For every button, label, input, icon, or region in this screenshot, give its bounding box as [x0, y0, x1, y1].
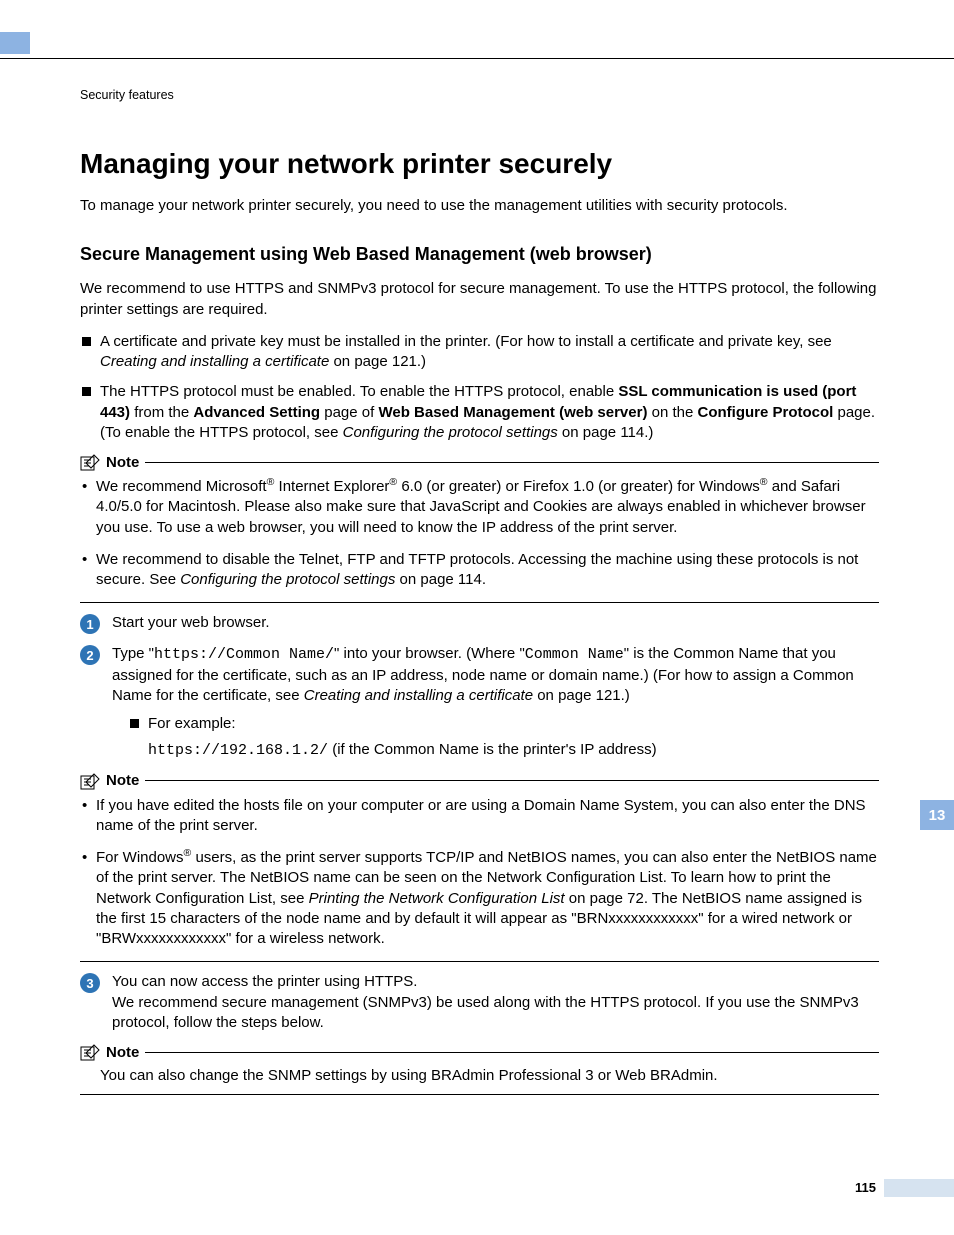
note-rule [145, 1052, 879, 1053]
note-icon [80, 772, 100, 790]
note-label: Note [106, 454, 139, 471]
text: on the [647, 404, 697, 421]
text-bold: Configure Protocol [698, 404, 834, 421]
page-number-bar [884, 1179, 954, 1197]
note-icon [80, 1043, 100, 1061]
text: " into your browser. (Where " [334, 645, 525, 662]
text: on page 114.) [558, 424, 654, 441]
note-rule [145, 462, 879, 463]
step-number-icon: 1 [80, 614, 100, 634]
code-text: https://192.168.1.2/ [148, 742, 328, 759]
registered-mark: ® [389, 476, 397, 488]
code-text: Common Name [525, 646, 624, 663]
registered-mark: ® [760, 476, 768, 488]
step-number-icon: 2 [80, 645, 100, 665]
text: We recommend Microsoft [96, 478, 267, 495]
text-bold: Web Based Management (web server) [378, 404, 647, 421]
intro-paragraph: To manage your network printer securely,… [80, 196, 879, 216]
header-accent-bar [0, 32, 30, 54]
note-icon [80, 453, 100, 471]
text: Internet Explorer [274, 478, 389, 495]
text: Type " [112, 645, 154, 662]
note-text: You can also change the SNMP settings by… [100, 1067, 879, 1084]
text: You can now access the printer using HTT… [112, 972, 879, 992]
text: 6.0 (or greater) or Firefox 1.0 (or grea… [397, 478, 760, 495]
link-text: Configuring the protocol settings [343, 424, 558, 441]
text: page of [320, 404, 378, 421]
text-bold: Advanced Setting [193, 404, 320, 421]
page-number: 115 [855, 1180, 876, 1195]
link-text: Creating and installing a certificate [304, 687, 533, 704]
note-end-rule [80, 1094, 879, 1095]
link-text: Creating and installing a certificate [100, 353, 329, 370]
step-1: 1 Start your web browser. [80, 613, 879, 634]
text: on page 121.) [533, 687, 630, 704]
link-text: Configuring the protocol settings [180, 571, 395, 588]
text: The HTTPS protocol must be enabled. To e… [100, 383, 618, 400]
note-rule [145, 780, 879, 781]
chapter-tab: 13 [920, 800, 954, 830]
note-item: We recommend Microsoft ® Internet Explore… [80, 477, 879, 538]
example-label: For example: [130, 714, 879, 734]
requirement-item: A certificate and private key must be in… [80, 332, 879, 373]
text: from the [130, 404, 193, 421]
step-3: 3 You can now access the printer using H… [80, 972, 879, 1033]
note-label: Note [106, 1044, 139, 1061]
note-block: Note If you have edited the hosts file o… [80, 772, 879, 963]
text: For Windows [96, 849, 184, 866]
link-text: Printing the Network Configuration List [309, 890, 565, 907]
step-body: Start your web browser. [112, 613, 879, 634]
note-label: Note [106, 772, 139, 789]
text: A certificate and private key must be in… [100, 333, 832, 350]
section-heading: Secure Management using Web Based Manage… [80, 244, 879, 265]
note-block: Note You can also change the SNMP settin… [80, 1043, 879, 1095]
note-item: If you have edited the hosts file on you… [80, 796, 879, 837]
step-number-icon: 3 [80, 973, 100, 993]
section-intro: We recommend to use HTTPS and SNMPv3 pro… [80, 279, 879, 320]
page-title: Managing your network printer securely [80, 148, 879, 180]
note-item: For Windows® users, as the print server … [80, 848, 879, 949]
text: We recommend secure management (SNMPv3) … [112, 993, 879, 1034]
text: (if the Common Name is the printer's IP … [328, 741, 657, 758]
note-block: Note We recommend Microsoft ® Internet Ex… [80, 453, 879, 603]
example-line: https://192.168.1.2/ (if the Common Name… [148, 740, 879, 761]
note-end-rule [80, 961, 879, 962]
text: on page 114. [395, 571, 486, 588]
note-item: We recommend to disable the Telnet, FTP … [80, 550, 879, 591]
text: on page 121.) [329, 353, 426, 370]
note-end-rule [80, 602, 879, 603]
step-2: 2 Type "https://Common Name/" into your … [80, 644, 879, 761]
requirement-item: The HTTPS protocol must be enabled. To e… [80, 382, 879, 443]
code-text: https://Common Name/ [154, 646, 334, 663]
header-rule [0, 58, 954, 59]
breadcrumb: Security features [80, 88, 879, 102]
